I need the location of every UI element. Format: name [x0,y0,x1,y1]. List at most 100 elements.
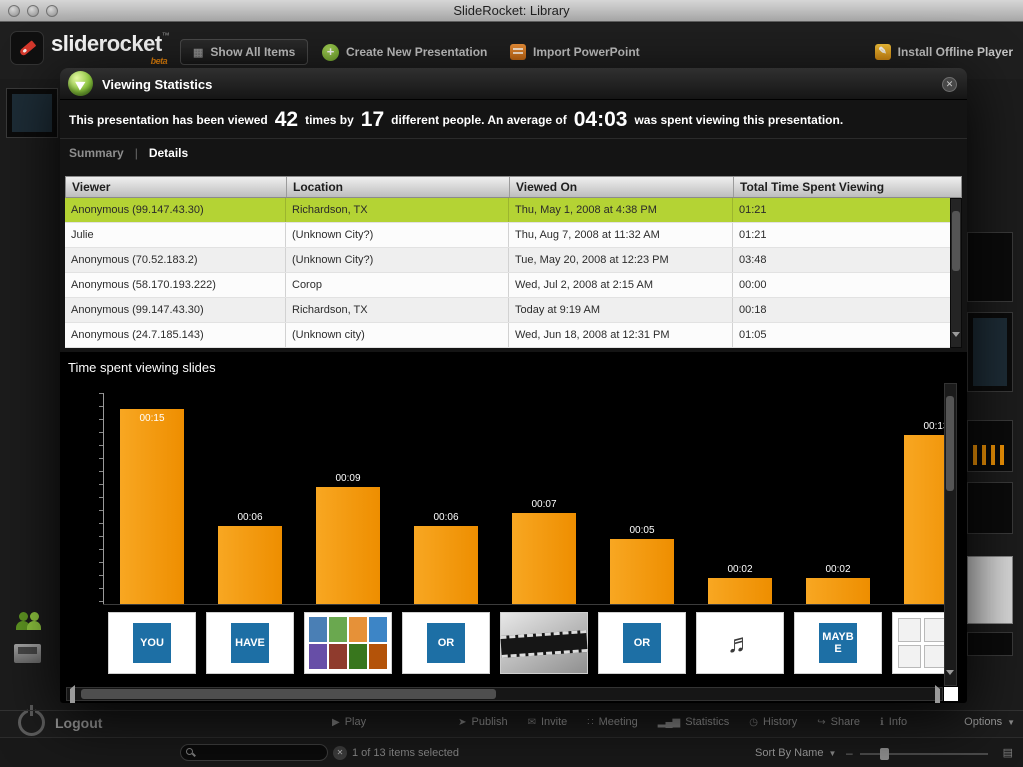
toolbar-item[interactable]: ▶ Play [332,716,366,728]
trash-box-icon[interactable] [14,644,41,663]
slide-title-box: YOU [133,623,171,663]
scroll-up-icon[interactable] [951,199,961,221]
bar-value-label: 00:02 [727,564,753,575]
dialog-title: Viewing Statistics [102,77,213,92]
close-icon[interactable]: ✕ [942,77,957,92]
table-scrollbar[interactable] [950,198,962,354]
cell-location: (Unknown City?) [286,223,509,247]
toolbar-item-icon: ◷ [749,716,758,728]
cell-time: 00:18 [739,304,767,316]
slide-thumbnail[interactable] [500,612,588,674]
table-row[interactable]: Anonymous (70.52.183.2) (Unknown City?) … [65,248,950,273]
scroll-up-icon[interactable] [945,384,955,406]
toolbar-item-label: Play [344,716,367,728]
zoom-window-button[interactable] [46,5,58,17]
trademark: ™ [161,31,170,40]
tab-summary[interactable]: Summary [69,146,124,160]
chart-horizontal-scrollbar[interactable] [66,685,943,703]
chevron-down-icon: ▼ [828,748,837,758]
tab-separator: | [134,146,138,160]
toolbar-item-label: Meeting [598,716,638,728]
toolbar-item-icon: ↪ [817,716,826,728]
minimize-window-button[interactable] [27,5,39,17]
chart-vertical-scrollbar[interactable] [944,383,957,692]
scroll-down-icon[interactable] [951,332,961,354]
chart-y-axis [99,393,104,604]
table-row[interactable]: Anonymous (58.170.193.222) Corop Wed, Ju… [65,273,950,298]
show-all-items-button[interactable]: ▦ Show All Items [180,39,309,65]
options-button[interactable]: Options ▼ [964,716,1015,728]
toolbar-item[interactable]: ➤ Publish [458,716,507,728]
clear-search-icon[interactable]: ✕ [333,745,347,760]
chart-vscrollbar-handle[interactable] [946,396,954,491]
toolbar-item-icon: ℹ [879,716,884,728]
library-thumbnail[interactable] [6,88,58,138]
create-new-presentation-button[interactable]: + Create New Presentation [322,39,487,65]
cell-time: 03:48 [739,254,767,266]
status-bar: ✕ 1 of 13 items selected Sort By Name ▼ … [0,737,1023,767]
slide-thumbnail[interactable] [892,612,944,674]
viewing-statistics-dialog: Viewing Statistics ✕ This presentation h… [60,68,967,703]
toolbar-item-icon: ✉ [527,716,536,728]
toolbar-item-label: Invite [540,716,568,728]
library-thumbnail[interactable] [967,420,1013,472]
install-icon: ✎ [874,44,891,60]
library-thumbnail[interactable] [967,556,1013,624]
import-powerpoint-button[interactable]: Import PowerPoint [510,39,640,65]
library-thumbnail[interactable] [967,232,1013,302]
close-window-button[interactable] [8,5,20,17]
toolbar-item[interactable]: ∷ Meeting [587,716,638,728]
bar-value-label: 00:15 [139,413,165,424]
column-header: Viewed On [510,177,734,197]
library-thumbnail[interactable] [967,632,1013,656]
library-thumbnail[interactable] [967,482,1013,534]
dialog-header: Viewing Statistics ✕ [60,68,967,100]
table-row[interactable]: Anonymous (24.7.185.143) (Unknown city) … [65,323,950,348]
install-offline-player-button[interactable]: ✎ Install Offline Player [874,39,1013,65]
table-row[interactable]: Julie (Unknown City?) Thu, Aug 7, 2008 a… [65,223,950,248]
search-input[interactable] [180,744,328,761]
bar-column: 00:05 [598,352,686,605]
contacts-icon[interactable] [16,604,52,630]
library-thumbnail[interactable] [967,312,1013,392]
slide-thumbnail[interactable]: HAVE [206,612,294,674]
slide-thumbnail[interactable]: OR [402,612,490,674]
bar [120,409,184,604]
cell-time: 00:00 [739,279,767,291]
mini-chart-icon [973,445,1007,465]
window-titlebar: SlideRocket: Library [0,0,1023,22]
bar [218,526,282,604]
table-row[interactable]: Anonymous (99.147.43.30) Richardson, TX … [65,298,950,323]
chart-panel: Time spent viewing slides 00:15 00:06 00… [60,352,967,703]
search-area: ✕ [180,744,347,761]
toolbar-item[interactable]: ↪ Share [817,716,860,728]
table-scrollbar-handle[interactable] [952,211,960,271]
slide-thumbnail[interactable]: OR [598,612,686,674]
scroll-right-icon[interactable] [932,685,942,703]
toolbar-item-label: Statistics [685,716,730,728]
slide-thumbnail[interactable]: ♬ [696,612,784,674]
toolbar-item-icon: ∷ [587,716,594,728]
slide-thumbnail[interactable]: YOU [108,612,196,674]
zoom-slider-handle[interactable] [880,748,889,760]
bar-column: 00:13 [892,352,944,605]
sort-by-dropdown[interactable]: Sort By Name ▼ [755,747,836,759]
bar-column: 00:06 [402,352,490,605]
scroll-left-icon[interactable] [67,685,77,703]
view-toggle-icon[interactable]: ▤ [1003,746,1013,759]
toolbar-item[interactable]: ℹ Info [880,716,907,728]
scroll-down-icon[interactable] [945,670,955,692]
toolbar-item[interactable]: ▂▄▆ Statistics [658,716,729,728]
bar-value-label: 00:07 [531,499,557,510]
toolbar-item[interactable]: ◷ History [749,716,797,728]
cell-time: 01:21 [739,204,767,216]
slide-thumbnail[interactable] [304,612,392,674]
table-row[interactable]: Anonymous (99.147.43.30) Richardson, TX … [65,198,950,223]
zoom-out-icon[interactable]: – [846,746,853,760]
toolbar-item[interactable]: ✉ Invite [528,716,568,728]
cell-location: Richardson, TX [286,298,509,322]
slide-thumbnail[interactable]: MAYBE [794,612,882,674]
chart-hscrollbar-handle[interactable] [81,689,496,699]
resize-grip[interactable] [944,687,958,701]
tab-details[interactable]: Details [149,146,188,160]
